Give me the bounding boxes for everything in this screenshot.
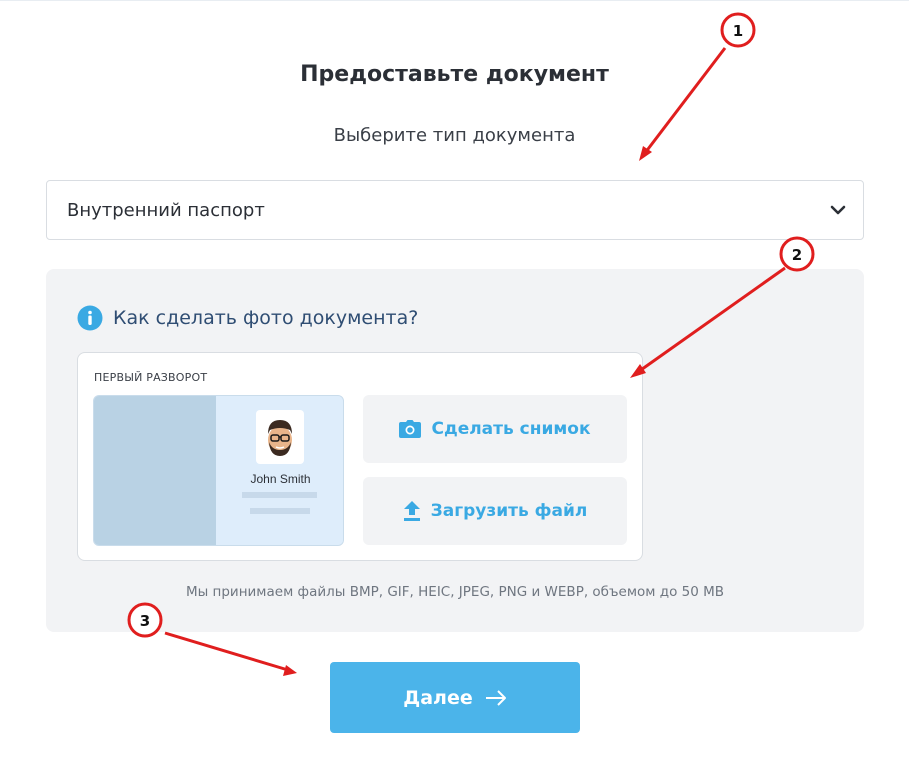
next-button[interactable]: Далее [330, 662, 580, 733]
avatar-face-icon [268, 420, 292, 456]
upload-icon [403, 501, 420, 521]
take-photo-label: Сделать снимок [431, 419, 591, 439]
arrow-right-icon [485, 689, 506, 706]
info-icon [77, 305, 103, 331]
document-type-select[interactable]: Внутренний паспорт [46, 180, 864, 240]
page-subtitle: Выберите тип документа [333, 125, 576, 146]
howto-photo-link[interactable]: Как сделать фото документа? [77, 304, 418, 332]
howto-photo-label: Как сделать фото документа? [113, 307, 419, 329]
camera-icon [399, 420, 422, 438]
document-spread-card: ПЕРВЫЙ РАЗВОРОТ John Smith Сделать снимо… [77, 352, 643, 561]
passport-left-page [94, 396, 216, 545]
avatar [256, 410, 304, 464]
upload-file-button[interactable]: Загрузить файл [363, 477, 627, 545]
passport-illustration: John Smith [93, 395, 344, 546]
accepted-formats-note: Мы принимаем файлы BMP, GIF, HEIC, JPEG,… [185, 584, 725, 600]
passport-sample-name: John Smith [250, 472, 311, 486]
take-photo-button[interactable]: Сделать снимок [363, 395, 627, 463]
chevron-down-icon [830, 205, 846, 215]
annotation-number-2: 2 [792, 246, 802, 264]
card-title: ПЕРВЫЙ РАЗВОРОТ [94, 371, 208, 384]
page-title: Предоставьте документ [300, 62, 609, 87]
annotation-number-1: 1 [733, 22, 743, 40]
upload-file-label: Загрузить файл [430, 501, 588, 521]
next-button-label: Далее [403, 686, 473, 709]
top-divider [0, 0, 909, 1]
passport-placeholder-line [242, 492, 317, 498]
passport-placeholder-line [250, 508, 310, 514]
document-type-value: Внутренний паспорт [67, 200, 265, 221]
